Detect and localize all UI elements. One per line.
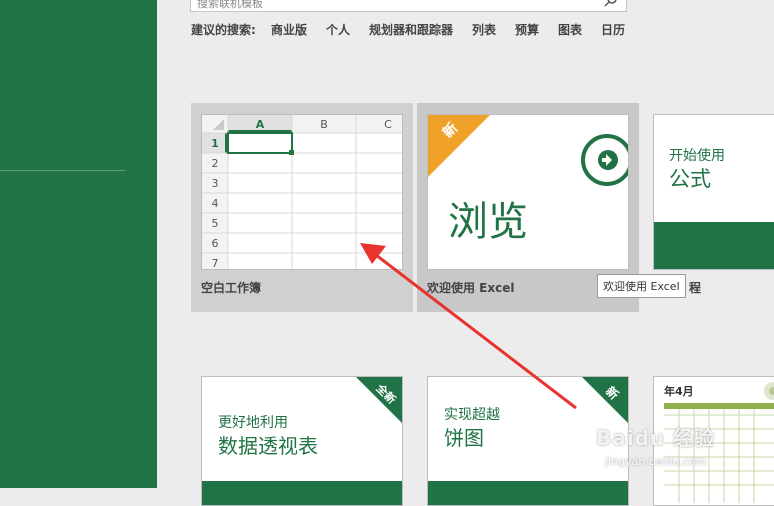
calendar-title: 年4月 — [664, 385, 694, 398]
flower-icon — [764, 382, 774, 400]
formula-tutorial-band — [654, 222, 774, 269]
row-header-5: 5 — [212, 217, 219, 230]
sidebar-divider — [0, 170, 125, 171]
arrow-right-circle-icon — [581, 134, 628, 186]
suggested-search-lists[interactable]: 列表 — [472, 21, 496, 38]
pivot-table-line1: 更好地利用 — [218, 415, 288, 431]
new-corner-badge: 新 — [582, 377, 628, 423]
suggested-search-planners[interactable]: 规划器和跟踪器 — [369, 21, 453, 38]
blank-workbook-tile[interactable]: A B C 1 2 3 4 5 6 7 空白工作簿 — [191, 103, 413, 312]
blank-workbook-thumbnail: A B C 1 2 3 4 5 6 7 — [201, 114, 403, 270]
backstage-sidebar — [0, 0, 157, 488]
welcome-excel-label: 欢迎使用 Excel — [427, 281, 515, 295]
formula-tutorial-line1: 开始使用 — [669, 148, 725, 164]
pie-chart-line1: 实现超越 — [444, 407, 500, 423]
baidu-watermark-url: jingyan.baidu.com — [605, 455, 707, 468]
row-header-4: 4 — [212, 197, 219, 210]
row-header-7: 7 — [212, 257, 219, 270]
suggested-searches-label: 建议的搜索: — [191, 23, 256, 37]
calendar-grid — [664, 403, 774, 503]
template-tooltip: 欢迎使用 Excel — [597, 274, 686, 298]
row-header-3: 3 — [212, 177, 219, 190]
suggested-search-business[interactable]: 商业版 — [271, 21, 307, 38]
pivot-table-thumbnail[interactable]: 全新 更好地利用 数据透视表 — [201, 376, 403, 506]
blank-workbook-label: 空白工作簿 — [201, 281, 262, 295]
formula-tutorial-line2: 公式 — [669, 167, 711, 191]
pivot-table-band — [202, 481, 402, 505]
suggested-search-personal[interactable]: 个人 — [326, 21, 350, 38]
welcome-title: 浏览 — [448, 199, 528, 245]
baidu-watermark: Baidu 经验 — [596, 426, 716, 450]
suggested-search-calendar[interactable]: 日历 — [601, 21, 625, 38]
row-header-2: 2 — [212, 157, 219, 170]
formula-tutorial-label-fragment: 程 — [689, 281, 702, 295]
all-new-badge: 全新 — [356, 377, 402, 423]
row-header-6: 6 — [212, 237, 219, 250]
pivot-table-line2: 数据透视表 — [218, 434, 318, 458]
new-badge: 新 — [428, 115, 490, 177]
search-icon[interactable] — [604, 0, 618, 12]
pie-chart-band — [428, 481, 628, 505]
row-header-1: 1 — [211, 137, 219, 150]
column-header-b: B — [320, 118, 328, 131]
search-placeholder: 搜索联机模板 — [197, 0, 263, 10]
spreadsheet-grid: A B C 1 2 3 4 5 6 7 — [202, 115, 402, 270]
template-search-box[interactable]: 搜索联机模板 — [190, 0, 627, 12]
pie-chart-line2: 饼图 — [444, 426, 484, 450]
suggested-search-budget[interactable]: 预算 — [515, 21, 539, 38]
formula-tutorial-thumbnail[interactable]: 开始使用 公式 — [653, 114, 774, 270]
suggested-search-charts[interactable]: 图表 — [558, 21, 582, 38]
welcome-excel-thumbnail: 新 浏览 — [427, 114, 629, 270]
column-header-c: C — [384, 118, 392, 131]
column-header-a: A — [256, 118, 265, 131]
